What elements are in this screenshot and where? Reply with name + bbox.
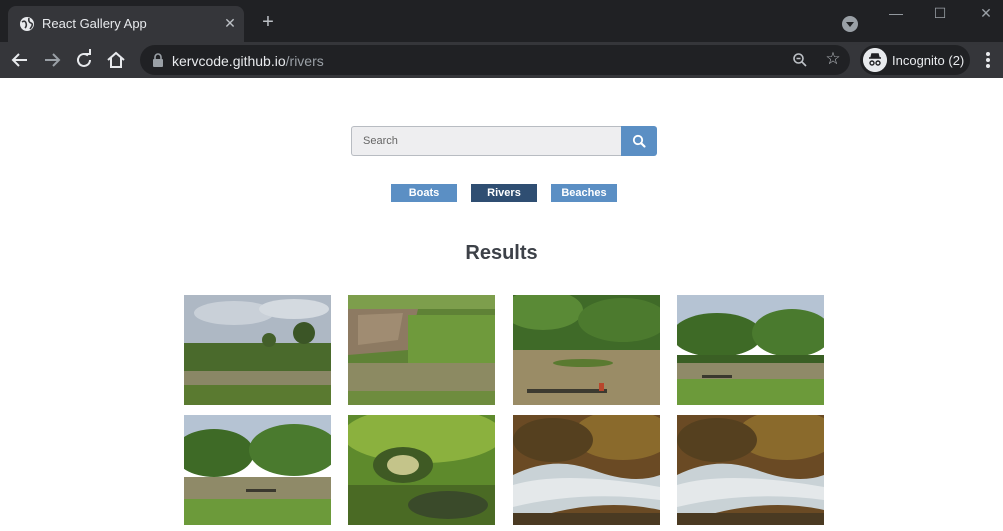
address-bar[interactable]: kervcode.github.io/rivers ☆ bbox=[140, 45, 850, 75]
back-arrow-icon[interactable] bbox=[8, 48, 32, 72]
page-content: Boats Rivers Beaches Results bbox=[0, 78, 1003, 531]
results-heading: Results bbox=[465, 242, 538, 264]
tab-title: React Gallery App bbox=[42, 16, 147, 31]
incognito-badge[interactable]: Incognito (2) bbox=[860, 45, 970, 75]
url-text[interactable]: kervcode.github.io/rivers bbox=[172, 53, 324, 69]
gallery-photo[interactable] bbox=[348, 295, 495, 405]
gallery-photo[interactable] bbox=[348, 415, 495, 525]
tab-strip: React Gallery App ✕ + — ☐ ✕ bbox=[0, 0, 1003, 42]
gallery-photo[interactable] bbox=[677, 295, 824, 405]
star-icon[interactable]: ☆ bbox=[824, 50, 842, 68]
nav-link-beaches[interactable]: Beaches bbox=[551, 184, 617, 202]
maximize-icon[interactable]: ☐ bbox=[928, 4, 952, 22]
search-form bbox=[351, 126, 657, 156]
search-input[interactable] bbox=[351, 126, 621, 156]
reload-icon[interactable] bbox=[72, 48, 96, 72]
close-icon[interactable]: ✕ bbox=[222, 15, 238, 31]
nav-link-rivers[interactable]: Rivers bbox=[471, 184, 537, 202]
gallery-photo[interactable] bbox=[184, 415, 331, 525]
lock-icon[interactable] bbox=[152, 53, 164, 67]
window-close-icon[interactable]: ✕ bbox=[974, 4, 998, 22]
forward-arrow-icon[interactable] bbox=[40, 48, 64, 72]
gallery-photo[interactable] bbox=[513, 415, 660, 525]
incognito-icon bbox=[863, 48, 887, 72]
browser-toolbar: kervcode.github.io/rivers ☆ Incognito (2… bbox=[0, 42, 1003, 78]
globe-icon bbox=[20, 17, 34, 31]
nav-link-boats[interactable]: Boats bbox=[391, 184, 457, 202]
incognito-label: Incognito (2) bbox=[892, 53, 965, 68]
gallery-photo[interactable] bbox=[513, 295, 660, 405]
home-icon[interactable] bbox=[104, 48, 128, 72]
browser-tab[interactable]: React Gallery App ✕ bbox=[8, 6, 244, 42]
search-icon bbox=[632, 134, 646, 148]
zoom-icon[interactable] bbox=[792, 52, 808, 68]
gallery-photo[interactable] bbox=[677, 415, 824, 525]
category-nav: Boats Rivers Beaches bbox=[391, 184, 617, 202]
kebab-menu-icon[interactable] bbox=[980, 50, 996, 70]
tab-search-icon[interactable] bbox=[842, 16, 858, 32]
plus-icon[interactable]: + bbox=[258, 12, 278, 32]
minimize-icon[interactable]: — bbox=[884, 4, 908, 22]
search-button[interactable] bbox=[621, 126, 657, 156]
gallery-photo[interactable] bbox=[184, 295, 331, 405]
